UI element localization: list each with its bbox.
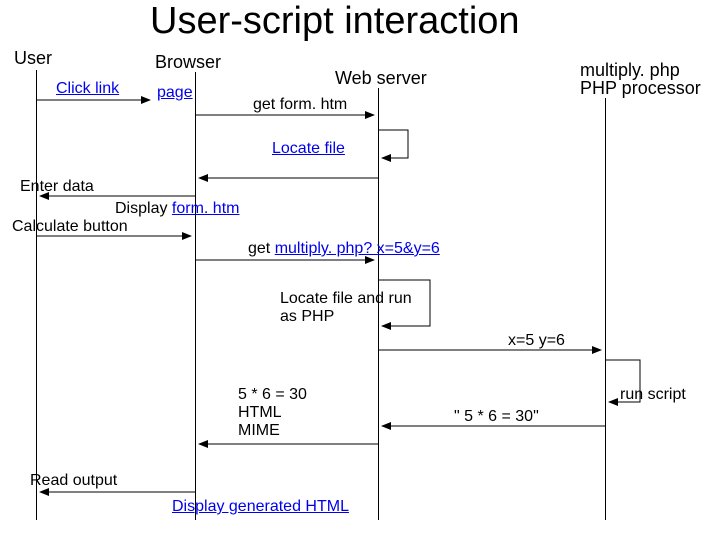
msg-run-script: run script <box>620 386 686 404</box>
lifeline-user <box>36 70 37 520</box>
msg-calc2: HTML <box>238 404 282 422</box>
lane-webserver: Web server <box>335 68 427 89</box>
msg-locate-file: Locate file <box>272 140 345 158</box>
msg-display-form: Display form. htm <box>115 200 239 218</box>
display-form-prefix: Display <box>115 200 172 217</box>
lifeline-php <box>605 98 606 520</box>
diagram-title: User-script interaction <box>150 0 520 43</box>
lane-user: User <box>14 48 52 69</box>
msg-page: page <box>157 84 193 102</box>
lane-browser: Browser <box>155 52 221 73</box>
multiply-php-link: multiply. php? x=5&y=6 <box>275 240 440 257</box>
msg-get-form: get form. htm <box>253 96 347 114</box>
msg-display-gen: Display generated HTML <box>172 498 349 516</box>
form-htm-link: form. htm <box>172 200 240 217</box>
lane-php2: PHP processor <box>580 78 701 99</box>
msg-result-str: " 5 * 6 = 30" <box>454 408 539 426</box>
lifeline-browser <box>195 72 196 520</box>
msg-get-multiply: get multiply. php? x=5&y=6 <box>248 240 440 258</box>
msg-click-link: Click link <box>56 80 119 98</box>
sequence-diagram: User-script interaction User Browser Web… <box>0 0 720 540</box>
msg-enter-data: Enter data <box>20 178 94 196</box>
msg-locate-run1: Locate file and run <box>280 290 412 308</box>
msg-calculate-button: Calculate button <box>12 218 128 236</box>
msg-calc1: 5 * 6 = 30 <box>238 386 307 404</box>
get-multiply-prefix: get <box>248 240 275 257</box>
msg-read-output: Read output <box>30 472 117 490</box>
msg-locate-run2: as PHP <box>280 308 334 326</box>
msg-x5y6: x=5 y=6 <box>508 332 565 350</box>
msg-calc3: MIME <box>238 422 280 440</box>
